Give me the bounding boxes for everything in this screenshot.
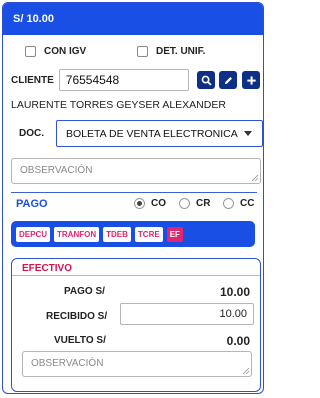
cliente-input[interactable]: 76554548 xyxy=(58,69,189,91)
vuelto-value: 0.00 xyxy=(226,334,250,348)
efectivo-observacion-field[interactable]: OBSERVACIÓN xyxy=(22,351,252,377)
pago-amount-value: 10.00 xyxy=(219,285,250,299)
recibido-input[interactable]: 10.00 xyxy=(120,303,254,325)
pago-radio-cr[interactable]: CR xyxy=(179,198,210,209)
recibido-value: 10.00 xyxy=(219,308,247,320)
pago-radio-co[interactable]: CO xyxy=(134,198,166,209)
method-tcre-button[interactable]: TCRE xyxy=(134,226,163,242)
edit-client-button[interactable] xyxy=(219,71,237,89)
search-client-button[interactable] xyxy=(197,71,215,89)
efectivo-divider xyxy=(12,275,260,276)
recibido-label: RECIBIDO S/ xyxy=(46,311,108,322)
con-igv-option[interactable]: CON IGV xyxy=(25,46,86,57)
total-amount: S/ 10.00 xyxy=(13,13,54,25)
det-unif-label: DET. UNIF. xyxy=(156,46,206,57)
efectivo-panel: EFECTIVO PAGO S/ 10.00 RECIBIDO S/ 10.00… xyxy=(11,258,261,392)
client-name: LAURENTE TORRES GEYSER ALEXANDER xyxy=(11,99,226,111)
search-icon xyxy=(201,75,212,86)
total-header: S/ 10.00 xyxy=(3,3,263,35)
plus-icon xyxy=(246,75,256,85)
observacion-field[interactable]: OBSERVACIÓN xyxy=(11,158,261,184)
pago-label: PAGO xyxy=(16,198,48,210)
cliente-label: CLIENTE xyxy=(11,74,54,86)
pago-amount-label: PAGO S/ xyxy=(64,286,105,297)
det-unif-option[interactable]: DET. UNIF. xyxy=(137,46,205,57)
doc-type-select[interactable]: BOLETA DE VENTA ELECTRONICA xyxy=(56,120,263,147)
resize-handle-icon xyxy=(252,175,258,181)
radio-co[interactable] xyxy=(134,198,145,209)
radio-cc[interactable] xyxy=(223,198,234,209)
radio-cr[interactable] xyxy=(179,198,190,209)
pago-radio-cc[interactable]: CC xyxy=(223,198,254,209)
radio-cr-label: CR xyxy=(196,198,211,209)
method-depcu-button[interactable]: DEPCU xyxy=(16,226,51,242)
payment-method-bar: DEPCU TRANFON TDEB TCRE EF xyxy=(11,221,255,247)
radio-co-label: CO xyxy=(151,198,166,209)
efectivo-observacion-placeholder: OBSERVACIÓN xyxy=(31,358,104,369)
vuelto-label: VUELTO S/ xyxy=(54,335,106,346)
det-unif-checkbox[interactable] xyxy=(137,46,148,57)
doc-label: DOC. xyxy=(19,128,44,139)
observacion-placeholder: OBSERVACIÓN xyxy=(20,165,93,176)
method-tdeb-button[interactable]: TDEB xyxy=(103,226,131,242)
radio-cc-label: CC xyxy=(240,198,255,209)
method-tranfon-button[interactable]: TRANFON xyxy=(54,226,100,242)
cliente-row: CLIENTE 76554548 xyxy=(11,69,189,91)
pencil-icon xyxy=(224,76,232,84)
con-igv-label: CON IGV xyxy=(44,46,87,57)
chevron-down-icon xyxy=(244,131,252,136)
efectivo-title: EFECTIVO xyxy=(22,263,73,274)
method-ef-button[interactable]: EF xyxy=(166,226,183,242)
add-client-button[interactable] xyxy=(242,71,260,89)
doc-type-value: BOLETA DE VENTA ELECTRONICA xyxy=(66,127,238,140)
cliente-value: 76554548 xyxy=(65,73,120,87)
payment-panel: S/ 10.00 CON IGV DET. UNIF. CLIENTE 7655… xyxy=(2,2,264,394)
con-igv-checkbox[interactable] xyxy=(25,46,36,57)
section-divider xyxy=(11,192,257,193)
resize-handle-icon xyxy=(243,368,249,374)
